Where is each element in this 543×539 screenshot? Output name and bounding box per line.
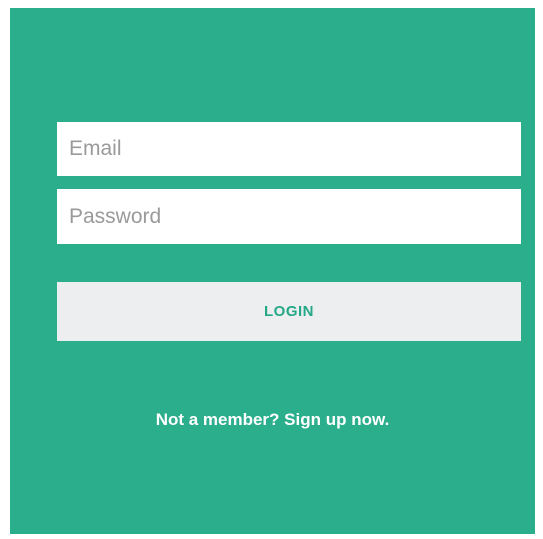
signup-link[interactable]: Not a member? Sign up now.	[10, 410, 535, 430]
login-button[interactable]: LOGIN	[57, 282, 521, 341]
password-field[interactable]	[57, 189, 521, 244]
login-screen: LOGIN Not a member? Sign up now.	[10, 8, 535, 534]
left-margin	[0, 8, 10, 534]
email-field[interactable]	[57, 122, 521, 176]
